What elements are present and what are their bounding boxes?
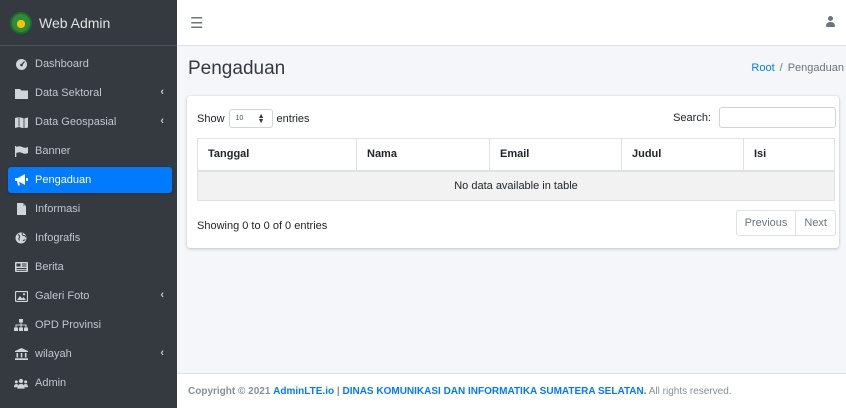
sidebar-item-label: Berita: [35, 261, 64, 273]
chevron-left-icon[interactable]: ‹: [160, 289, 164, 301]
breadcrumb: Root / Pengaduan: [751, 62, 844, 74]
column-header-tanggal[interactable]: Tanggal: [197, 138, 357, 172]
sort-caret-icon: ▲ ▼: [257, 113, 265, 125]
brand-link[interactable]: Web Admin: [0, 0, 177, 46]
chevron-left-icon[interactable]: ‹: [160, 115, 164, 127]
sidebar-item-label: wilayah: [35, 348, 72, 360]
brand-title: Web Admin: [39, 14, 111, 31]
sidebar-item-label: Pengaduan: [35, 174, 92, 186]
empty-table-message: No data available in table: [197, 170, 835, 201]
sidebar-item-data-geospasial[interactable]: Data Geospasial ‹: [8, 109, 172, 135]
column-header-nama[interactable]: Nama: [356, 138, 490, 172]
breadcrumb-root-link[interactable]: Root: [751, 62, 774, 74]
user-icon[interactable]: [826, 16, 835, 28]
page-title: Pengaduan: [188, 58, 286, 79]
chevron-left-icon[interactable]: ‹: [160, 86, 164, 98]
sidebar-item-dashboard[interactable]: Dashboard: [8, 51, 172, 77]
footer-copyright: Copyright © 2021 AdminLTE.io | DINAS KOM…: [188, 386, 732, 397]
sidebar-item-label: Data Geospasial: [35, 116, 117, 128]
sidebar-item-data-sektoral[interactable]: Data Sektoral ‹: [8, 80, 172, 106]
chevron-left-icon[interactable]: ‹: [160, 347, 164, 359]
flag-icon: [14, 145, 28, 157]
sidebar-item-label: Infografis: [35, 232, 81, 244]
search-label: Search:: [673, 111, 711, 124]
bullhorn-icon: [14, 174, 28, 186]
sidebar-item-label: Data Sektoral: [35, 87, 102, 99]
map-icon: [14, 116, 28, 128]
sidebar-item-informasi[interactable]: Informasi: [8, 196, 172, 222]
diskominfo-link[interactable]: DINAS KOMUNIKASI DAN INFORMATIKA SUMATER…: [342, 386, 646, 397]
length-suffix: entries: [276, 112, 310, 125]
logo-icon: [10, 11, 32, 34]
sidebar-item-infografis[interactable]: Infografis: [8, 225, 172, 251]
footer: Copyright © 2021 AdminLTE.io | DINAS KOM…: [177, 373, 846, 408]
table-row: No data available in table: [197, 170, 835, 201]
pagination: Previous Next: [735, 210, 836, 236]
copyright-text: Copyright © 2021: [188, 386, 271, 397]
column-header-isi[interactable]: Isi: [743, 138, 835, 172]
pengaduan-table: Tanggal Nama Email Judul Isi No data ava…: [197, 138, 835, 201]
content-header: Pengaduan Root / Pengaduan: [177, 46, 846, 92]
tachometer-icon: [14, 58, 28, 70]
previous-button[interactable]: Previous: [735, 210, 797, 236]
users-icon: [14, 377, 28, 389]
sidebar-item-label: Banner: [35, 145, 71, 157]
landmark-icon: [14, 348, 28, 360]
entries-length-control: Show 10 ▲ ▼ entries: [197, 109, 310, 128]
file-icon: [14, 203, 28, 215]
sidebar-item-banner[interactable]: Banner: [8, 138, 172, 164]
sidebar-item-label: Galeri Foto: [35, 290, 90, 302]
column-header-email[interactable]: Email: [489, 138, 622, 172]
length-prefix: Show: [197, 112, 225, 125]
table-search: Search:: [673, 107, 836, 128]
next-button[interactable]: Next: [796, 210, 836, 236]
table-header-row: Tanggal Nama Email Judul Isi: [197, 138, 835, 172]
entries-length-select[interactable]: 10 ▲ ▼: [228, 109, 273, 128]
pengaduan-card: Show 10 ▲ ▼ entries Search: Tanggal Nama …: [187, 96, 839, 248]
sidebar-item-opd-provinsi[interactable]: OPD Provinsi: [8, 312, 172, 338]
sidebar-item-admin[interactable]: Admin: [8, 370, 172, 396]
sidebar-item-label: Admin: [35, 377, 67, 389]
sidebar-item-label: Informasi: [35, 203, 81, 215]
sitemap-icon: [14, 319, 28, 331]
rights-text: All rights reserved.: [648, 386, 732, 397]
column-header-judul[interactable]: Judul: [621, 138, 744, 172]
sidebar-item-wilayah[interactable]: wilayah ‹: [8, 341, 172, 367]
folder-icon: [14, 87, 28, 99]
adminlte-link[interactable]: AdminLTE.io: [273, 386, 334, 397]
sidebar-item-berita[interactable]: Berita: [8, 254, 172, 280]
top-navbar: ☰: [177, 0, 846, 46]
globe-icon: [14, 232, 28, 244]
footer-divider: |: [336, 386, 340, 397]
breadcrumb-current: Pengaduan: [787, 62, 844, 74]
sidebar-item-pengaduan[interactable]: Pengaduan: [8, 167, 172, 193]
sidebar: Web Admin Dashboard Data Sektoral ‹ Data…: [0, 0, 177, 408]
search-input[interactable]: [719, 107, 836, 128]
breadcrumb-separator: /: [779, 62, 783, 74]
image-icon: [14, 290, 28, 302]
sidebar-item-galeri-foto[interactable]: Galeri Foto ‹: [8, 283, 172, 309]
table-info: Showing 0 to 0 of 0 entries: [197, 220, 328, 232]
newspaper-icon: [14, 261, 28, 273]
hamburger-menu-icon[interactable]: ☰: [190, 14, 203, 32]
sidebar-item-label: OPD Provinsi: [35, 319, 102, 331]
sidebar-nav: Dashboard Data Sektoral ‹ Data Geospasia…: [0, 46, 177, 396]
sidebar-item-label: Dashboard: [35, 58, 89, 70]
